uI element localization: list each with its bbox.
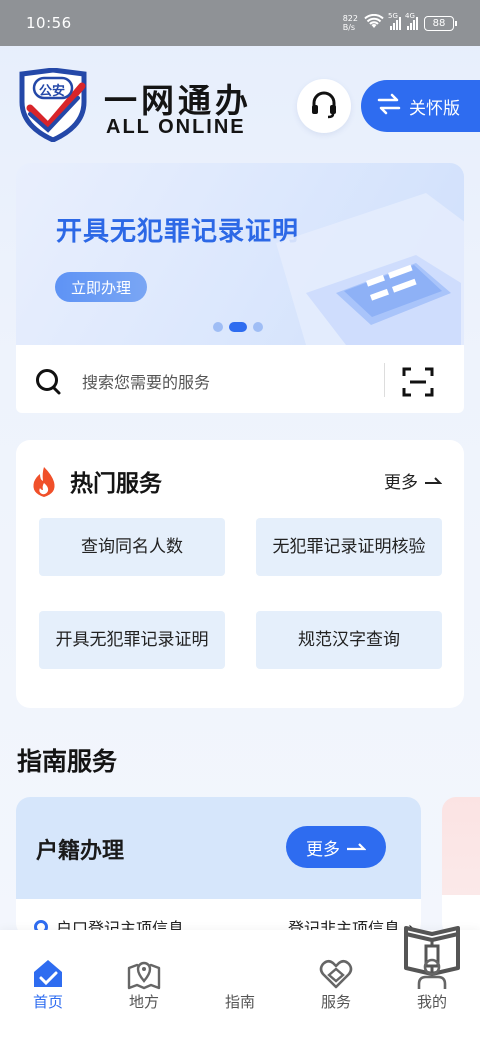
customer-service-button[interactable]: [297, 79, 351, 133]
net-speed-unit: B/s: [342, 23, 356, 32]
bottom-tab-bar: 首页 地方 指南 服务 我的: [0, 926, 480, 1040]
banner-illustration: [266, 183, 464, 345]
flame-icon: [30, 466, 58, 502]
status-bar: 10:56 822 B/s 5G 4G 88: [0, 0, 480, 46]
signal-5g-icon: 5G: [388, 12, 401, 30]
service-icon: [318, 956, 354, 992]
tab-home[interactable]: 首页: [0, 930, 96, 1030]
banner-action-button[interactable]: 立即办理: [55, 272, 147, 302]
tab-label: 首页: [32, 993, 63, 1011]
promo-banner[interactable]: 开具无犯罪记录证明 立即办理: [16, 163, 464, 345]
arrow-right-icon: [346, 837, 367, 857]
carousel-dots[interactable]: [213, 322, 263, 332]
banner-title: 开具无犯罪记录证明: [56, 217, 300, 247]
arrow-right-icon: [424, 471, 443, 491]
tab-label: 服务: [320, 993, 351, 1011]
home-icon: [30, 956, 66, 992]
guide-card-next[interactable]: [442, 797, 480, 937]
scan-icon[interactable]: [401, 365, 435, 403]
tab-service[interactable]: 服务: [288, 930, 384, 1030]
app-header: 公安 一网通办 ALL ONLINE 关怀版: [0, 46, 480, 161]
guide-card-title: 户籍办理: [36, 839, 125, 864]
service-chip[interactable]: 开具无犯罪记录证明: [39, 611, 225, 669]
tab-mine[interactable]: 我的: [384, 930, 480, 1030]
hot-services-title: 热门服务: [70, 471, 162, 497]
logo-text: 公安: [39, 84, 66, 99]
battery-level: 88: [432, 17, 446, 29]
police-shield-logo: 公安: [18, 67, 88, 143]
carousel-dot-active[interactable]: [229, 322, 247, 332]
more-label: 更多: [384, 473, 418, 493]
carousel-dot[interactable]: [213, 322, 223, 332]
app-subtitle: ALL ONLINE: [106, 116, 246, 138]
service-chip[interactable]: 规范汉字查询: [256, 611, 442, 669]
guide-more-label: 更多: [306, 839, 340, 860]
battery-icon: 88: [424, 15, 457, 31]
guide-card-household[interactable]: 户籍办理 更多 户口登记主项信息 登记非主项信息 ›: [16, 797, 421, 937]
switch-arrows-icon: [377, 93, 401, 120]
net-speed-value: 822: [342, 14, 358, 23]
hot-services-card: 热门服务 更多 查询同名人数 无犯罪记录证明核验 开具无犯罪记录证明 规范汉字查…: [16, 440, 464, 708]
carousel-dot[interactable]: [253, 322, 263, 332]
tab-label: 地方: [128, 993, 159, 1011]
tab-label: 我的: [416, 993, 447, 1011]
status-icons: 822 B/s 5G 4G 88: [343, 12, 457, 33]
net-speed: 822 B/s: [343, 14, 358, 32]
guide-more-button[interactable]: 更多: [286, 826, 386, 868]
search-icon: [34, 367, 64, 401]
tab-local[interactable]: 地方: [96, 930, 192, 1030]
status-time: 10:56: [26, 14, 72, 32]
map-icon: [126, 956, 162, 992]
hot-services-more-link[interactable]: 更多: [384, 468, 443, 493]
headset-icon: [309, 89, 339, 123]
service-chip[interactable]: 查询同名人数: [39, 518, 225, 576]
search-divider: [384, 363, 385, 397]
wifi-icon: [364, 13, 384, 33]
signal-4g-label: 4G: [405, 12, 415, 20]
care-mode-label: 关怀版: [409, 98, 460, 119]
search-input[interactable]: 搜索您需要的服务: [82, 369, 210, 393]
care-mode-button[interactable]: 关怀版: [361, 80, 480, 132]
guide-services-title: 指南服务: [17, 747, 118, 776]
tab-guide[interactable]: 指南: [192, 926, 460, 1030]
signal-5g-label: 5G: [388, 12, 398, 20]
app-title: 一网通办: [104, 81, 252, 120]
user-icon: [414, 956, 450, 992]
service-chip[interactable]: 无犯罪记录证明核验: [256, 518, 442, 576]
signal-4g-icon: 4G: [405, 12, 418, 30]
search-bar[interactable]: 搜索您需要的服务: [16, 345, 464, 413]
tab-label: 指南: [224, 993, 255, 1011]
